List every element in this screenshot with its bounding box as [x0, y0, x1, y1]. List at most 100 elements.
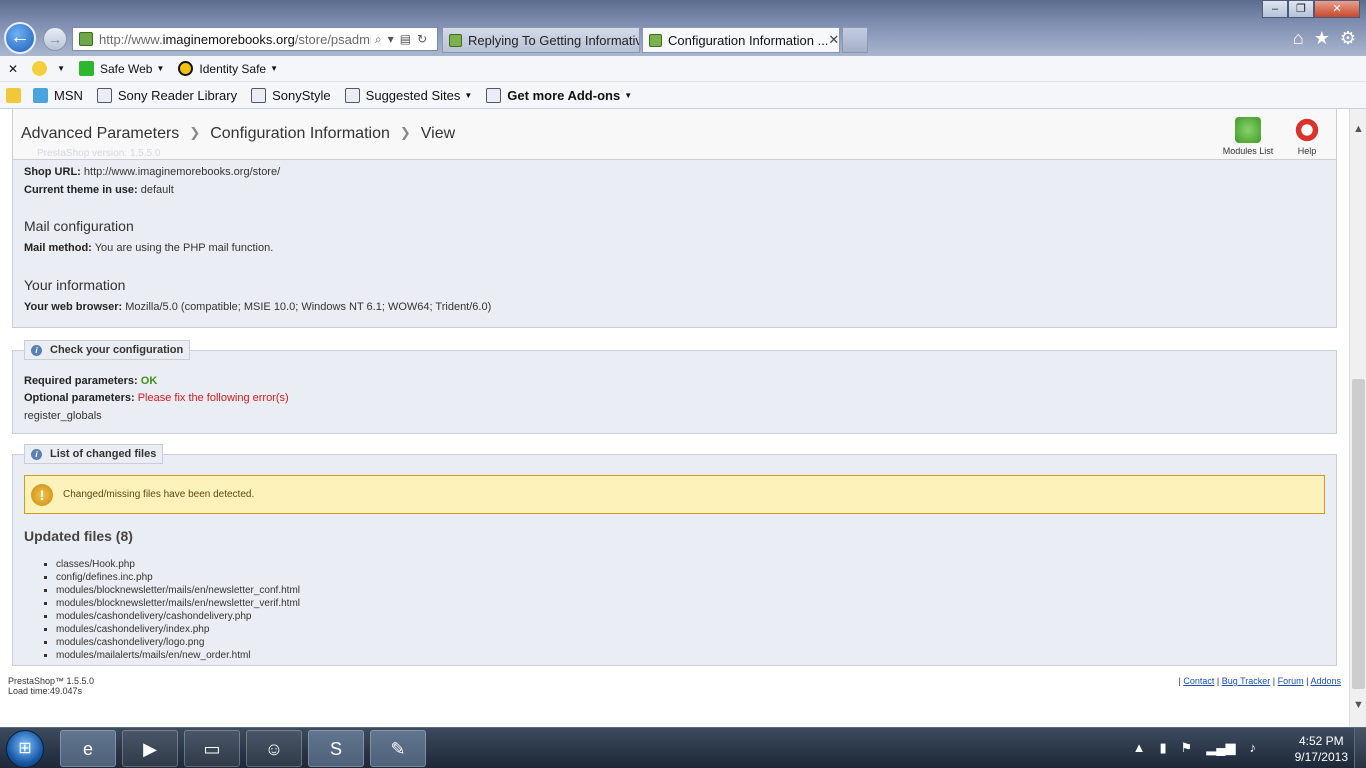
optional-parameters-label: Optional parameters: [24, 392, 135, 404]
fav-label: MSN [54, 87, 83, 103]
new-tab-button[interactable] [842, 27, 868, 53]
windows-taskbar: ⊞ e ▶ ▭ ☺ S ✎ ▲ ▮ ⚑ ▂▄▆ ♪ 4:52 PM 9/17/2… [0, 727, 1366, 768]
site-favicon-icon [79, 32, 93, 46]
safe-web-label: Safe Web [99, 61, 153, 76]
taskbar-media-icon[interactable]: ▶ [122, 730, 178, 767]
show-desktop-button[interactable] [1354, 728, 1366, 768]
register-globals-error: register_globals [24, 410, 102, 422]
footer-link-contact[interactable]: Contact [1183, 676, 1214, 686]
fav-get-more-addons[interactable]: Get more Add-ons ▼ [486, 87, 632, 103]
modules-list-label: Modules List [1222, 146, 1274, 156]
url-domain: imaginemorebooks.org [162, 31, 295, 47]
favorites-star-add-icon[interactable] [6, 87, 27, 103]
search-icon[interactable]: ⌕ [375, 32, 382, 47]
fav-label: Sony Reader Library [117, 87, 238, 103]
list-item: modules/blocknewsletter/mails/en/newslet… [56, 597, 300, 610]
chevron-right-icon: ❯ [399, 125, 411, 140]
page-icon [96, 87, 112, 103]
page-icon [344, 87, 360, 103]
breadcrumb-configuration-information[interactable]: Configuration Information [210, 125, 390, 143]
battery-icon[interactable]: ▮ [1159, 740, 1166, 756]
theme-line: Current theme in use: default [24, 184, 174, 196]
fav-sony-reader-library[interactable]: Sony Reader Library [96, 87, 238, 103]
list-item: config/defines.inc.php [56, 571, 300, 584]
forward-button[interactable]: → [43, 27, 67, 51]
close-tab-icon[interactable]: ✕ [828, 32, 839, 48]
fav-msn[interactable]: MSN [33, 87, 83, 103]
safe-web-button[interactable]: Safe Web ▼ [78, 61, 164, 76]
help-button[interactable]: Help [1291, 117, 1323, 156]
compat-view-icon[interactable]: ▤ [400, 32, 411, 47]
scroll-up-icon[interactable]: ▲ [1353, 123, 1364, 135]
footer-links: | Contact | Bug Tracker | Forum | Addons [1178, 676, 1341, 686]
address-bar[interactable]: http://www.imaginemorebooks.org/store/ps… [72, 27, 438, 51]
address-url[interactable]: http://www.imaginemorebooks.org/store/ps… [99, 32, 371, 47]
footer-load-time: Load time:49.047s [8, 686, 83, 696]
breadcrumb-view: View [420, 125, 456, 142]
checkmark-icon [32, 61, 48, 76]
favorites-star-icon[interactable]: ★ [1314, 28, 1330, 49]
taskbar-ie-icon[interactable]: e [60, 730, 116, 767]
breadcrumb-advanced-parameters[interactable]: Advanced Parameters [21, 125, 179, 143]
list-item: modules/cashondelivery/index.php [56, 623, 300, 636]
maximize-button[interactable]: ❐ [1288, 0, 1314, 18]
refresh-icon[interactable]: ↻ [417, 32, 427, 47]
identity-safe-button[interactable]: Identity Safe ▼ [178, 61, 278, 76]
identity-safe-label: Identity Safe [199, 61, 267, 76]
browser-title-bar: – ❐ ✕ ← → http://www.imaginemorebooks.or… [0, 0, 1366, 56]
footer-info: PrestaShop™ 1.5.5.0 Load time:49.047s [8, 676, 94, 696]
scrollbar-thumb[interactable] [1352, 379, 1365, 689]
clock-date: 9/17/2013 [1294, 750, 1348, 764]
page-viewport: Advanced Parameters ❯ Configuration Info… [0, 109, 1349, 727]
shop-url-label: Shop URL: [24, 166, 81, 178]
command-bar: ✕ ▼ Safe Web ▼ Identity Safe ▼ [0, 56, 1366, 82]
puzzle-piece-icon [1235, 117, 1261, 143]
mail-method-line: Mail method: You are using the PHP mail … [24, 242, 273, 254]
close-window-button[interactable]: ✕ [1314, 0, 1360, 18]
taskbar-explorer-icon[interactable]: ▭ [184, 730, 240, 767]
back-button[interactable]: ← [4, 22, 36, 54]
tab-replying[interactable]: Replying To Getting Informativ... [442, 27, 640, 53]
checkmark-tool[interactable]: ▼ [32, 61, 65, 76]
dropdown-icon[interactable]: ▾ [388, 32, 394, 47]
fav-suggested-sites[interactable]: Suggested Sites ▼ [344, 87, 472, 103]
required-parameters-label: Required parameters: [24, 375, 138, 387]
shop-url-value: http://www.imaginemorebooks.org/store/ [83, 166, 281, 178]
footer-link-forum[interactable]: Forum [1278, 676, 1304, 686]
footer-version: PrestaShop™ 1.5.5.0 [8, 676, 95, 686]
tab-configuration-information[interactable]: Configuration Information ... ✕ [642, 27, 840, 53]
check-configuration-panel: Required parameters: OK Optional paramet… [12, 350, 1337, 434]
footer-link-addons[interactable]: Addons [1310, 676, 1341, 686]
tab-label: Configuration Information ... [668, 32, 829, 48]
volume-icon[interactable]: ♪ [1250, 740, 1257, 756]
safe-web-ok-icon [78, 61, 94, 76]
start-button[interactable]: ⊞ [6, 730, 44, 768]
network-signal-icon[interactable]: ▂▄▆ [1206, 740, 1235, 756]
warning-icon: ! [31, 483, 53, 506]
taskbar-paint-icon[interactable]: ✎ [370, 730, 426, 767]
close-toolbar-icon[interactable]: ✕ [8, 62, 18, 76]
taskbar-people-icon[interactable]: ☺ [246, 730, 302, 767]
minimize-button[interactable]: – [1262, 0, 1288, 18]
show-hidden-icons-icon[interactable]: ▲ [1133, 740, 1146, 756]
favorites-bar: MSN Sony Reader Library SonyStyle Sugges… [0, 82, 1366, 109]
breadcrumb: Advanced Parameters ❯ Configuration Info… [21, 125, 455, 143]
fav-label: SonyStyle [272, 87, 331, 103]
scroll-down-icon[interactable]: ▼ [1353, 699, 1364, 711]
footer-link-bug-tracker[interactable]: Bug Tracker [1222, 676, 1271, 686]
home-icon[interactable]: ⌂ [1293, 28, 1304, 49]
page-icon [251, 87, 267, 103]
web-browser-label: Your web browser: [24, 301, 123, 313]
updated-files-list: classes/Hook.php config/defines.inc.php … [45, 558, 300, 662]
url-prefix: http://www. [99, 31, 163, 47]
system-clock[interactable]: 4:52 PM 9/17/2013 [1295, 733, 1348, 765]
action-center-flag-icon[interactable]: ⚑ [1181, 740, 1193, 756]
modules-list-button[interactable]: Modules List [1221, 117, 1275, 156]
fav-sonystyle[interactable]: SonyStyle [251, 87, 331, 103]
taskbar-skype-icon[interactable]: S [308, 730, 364, 767]
msn-butterfly-icon [33, 87, 48, 103]
changed-files-panel: ! Changed/missing files have been detect… [12, 454, 1337, 666]
your-information-heading: Your information [24, 277, 126, 293]
tools-gear-icon[interactable]: ⚙ [1340, 28, 1356, 49]
vertical-scrollbar[interactable]: ▲ ▼ [1349, 109, 1366, 727]
